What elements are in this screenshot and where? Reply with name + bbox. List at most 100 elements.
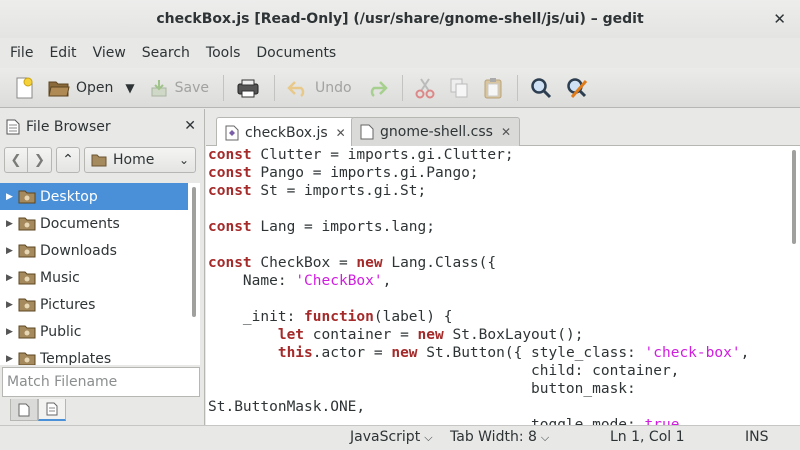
open-button[interactable]: Open ▼ — [42, 72, 141, 104]
forward-button[interactable]: ❯ — [28, 147, 52, 173]
tab-checkbox-js[interactable]: checkBox.js ✕ — [216, 117, 355, 147]
expander-icon[interactable]: ▶ — [6, 246, 18, 256]
tree-item-templates[interactable]: ▶ Templates — [0, 345, 188, 365]
code-line[interactable] — [208, 236, 788, 254]
new-document-button[interactable] — [8, 72, 40, 104]
redo-button[interactable] — [360, 72, 394, 104]
close-side-panel-icon[interactable]: ✕ — [184, 118, 196, 134]
code-line[interactable]: const Pango = imports.gi.Pango; — [208, 164, 788, 182]
toolbar-separator — [401, 74, 403, 101]
tab-width-selector[interactable]: Tab Width: 8 ⌵ — [450, 429, 549, 445]
tree-item-label: Downloads — [40, 242, 117, 259]
code-text: _init: — [208, 309, 305, 325]
code-string: 'CheckBox' — [295, 273, 383, 289]
code-line[interactable]: Name: 'CheckBox', — [208, 272, 788, 290]
tree-item-public[interactable]: ▶ Public — [0, 318, 188, 345]
chevron-down-icon[interactable]: ▼ — [125, 81, 134, 95]
tab-label: gnome-shell.css — [380, 124, 493, 140]
match-filename-input[interactable] — [7, 374, 187, 390]
chevron-down-icon: ⌵ — [540, 431, 550, 444]
chevron-down-icon: ⌄ — [178, 153, 189, 167]
tree-item-desktop[interactable]: ▶ Desktop — [0, 183, 188, 210]
menu-file[interactable]: File — [2, 45, 41, 61]
file-tree-scrollbar[interactable] — [188, 183, 200, 365]
close-window-icon[interactable]: ✕ — [773, 10, 786, 28]
scrollbar-thumb[interactable] — [192, 187, 196, 317]
toolbar-separator — [516, 74, 518, 101]
match-filename-field[interactable] — [2, 367, 200, 397]
tab-label: checkBox.js — [245, 124, 328, 141]
copy-button[interactable] — [443, 72, 475, 104]
location-label: Home — [113, 152, 155, 168]
menu-view[interactable]: View — [85, 45, 134, 61]
code-text: CheckBox = — [251, 255, 357, 271]
expander-icon[interactable]: ▶ — [6, 192, 18, 202]
code-string: true — [644, 417, 680, 425]
code-line[interactable]: const Lang = imports.lang; — [208, 218, 788, 236]
code-text: child: container, — [208, 363, 680, 379]
code-content[interactable]: const Clutter = imports.gi.Clutter; const… — [206, 146, 788, 425]
code-line[interactable]: let container = new St.BoxLayout(); — [208, 326, 788, 344]
code-line[interactable]: const CheckBox = new Lang.Class({ — [208, 254, 788, 272]
code-string: 'check-box' — [644, 345, 741, 361]
menu-documents[interactable]: Documents — [248, 45, 344, 61]
code-editor[interactable]: const Clutter = imports.gi.Clutter; const… — [206, 146, 788, 425]
parent-folder-button[interactable]: ⌃ — [56, 147, 80, 173]
toolbar-separator — [274, 74, 276, 101]
tab-gnome-shell-css[interactable]: gnome-shell.css ✕ — [351, 117, 520, 146]
code-line[interactable]: this.actor = new St.Button({ style_class… — [208, 344, 788, 362]
menu-edit[interactable]: Edit — [41, 45, 84, 61]
code-line[interactable] — [208, 200, 788, 218]
side-panel: File Browser ✕ ❮ ❯ ⌃ Home ⌄ ▶ Desktop ▶ … — [0, 109, 205, 425]
language-selector[interactable]: JavaScript ⌵ — [350, 429, 433, 445]
expander-icon[interactable]: ▶ — [6, 300, 18, 310]
expander-icon[interactable]: ▶ — [6, 219, 18, 229]
code-line[interactable]: const Clutter = imports.gi.Clutter; — [208, 146, 788, 164]
menu-tools[interactable]: Tools — [198, 45, 249, 61]
tree-item-music[interactable]: ▶ Music — [0, 264, 188, 291]
menu-search[interactable]: Search — [134, 45, 198, 61]
back-button[interactable]: ❮ — [4, 147, 28, 173]
code-line[interactable]: _init: function(label) { — [208, 308, 788, 326]
save-button[interactable]: Save — [143, 72, 215, 104]
tab-documents-list[interactable] — [10, 399, 38, 421]
expander-icon[interactable]: ▶ — [6, 327, 18, 337]
code-line[interactable]: const St = imports.gi.St; — [208, 182, 788, 200]
javascript-file-icon — [225, 125, 239, 140]
code-text: St = imports.gi.St; — [251, 183, 427, 199]
code-text: , — [740, 345, 750, 361]
location-combo[interactable]: Home ⌄ — [84, 147, 196, 173]
code-line[interactable]: child: container, — [208, 362, 788, 380]
print-button[interactable] — [230, 72, 266, 104]
code-line[interactable] — [208, 290, 788, 308]
expander-icon[interactable]: ▶ — [6, 354, 18, 364]
code-text: button_mask: — [208, 381, 636, 397]
code-text: St.ButtonMask.ONE, — [208, 399, 366, 415]
close-tab-icon[interactable]: ✕ — [336, 126, 346, 140]
code-text: .actor = — [312, 345, 392, 361]
code-line[interactable]: toggle_mode: true, — [208, 416, 788, 425]
window-title: checkBox.js [Read-Only] (/usr/share/gnom… — [156, 11, 644, 27]
find-replace-button[interactable] — [560, 72, 596, 104]
tree-item-pictures[interactable]: ▶ Pictures — [0, 291, 188, 318]
editor-scrollbar[interactable] — [788, 146, 800, 425]
paste-button[interactable] — [477, 72, 509, 104]
close-tab-icon[interactable]: ✕ — [501, 125, 511, 139]
scrollbar-thumb[interactable] — [792, 150, 796, 244]
code-text: Clutter = imports.gi.Clutter; — [251, 147, 514, 163]
expander-icon[interactable]: ▶ — [6, 273, 18, 283]
tree-item-label: Documents — [40, 215, 120, 232]
save-label: Save — [174, 79, 210, 96]
tree-item-downloads[interactable]: ▶ Downloads — [0, 237, 188, 264]
code-line[interactable]: St.ButtonMask.ONE, — [208, 398, 788, 416]
cursor-position: Ln 1, Col 1 — [610, 429, 685, 445]
tree-item-label: Desktop — [40, 188, 98, 205]
cut-button[interactable] — [409, 72, 441, 104]
code-line[interactable]: button_mask: — [208, 380, 788, 398]
find-button[interactable] — [524, 72, 558, 104]
tree-item-documents[interactable]: ▶ Documents — [0, 210, 188, 237]
tab-file-browser[interactable] — [38, 399, 66, 421]
code-text: St.Button({ style_class: — [417, 345, 645, 361]
undo-button[interactable]: Undo — [281, 72, 358, 104]
